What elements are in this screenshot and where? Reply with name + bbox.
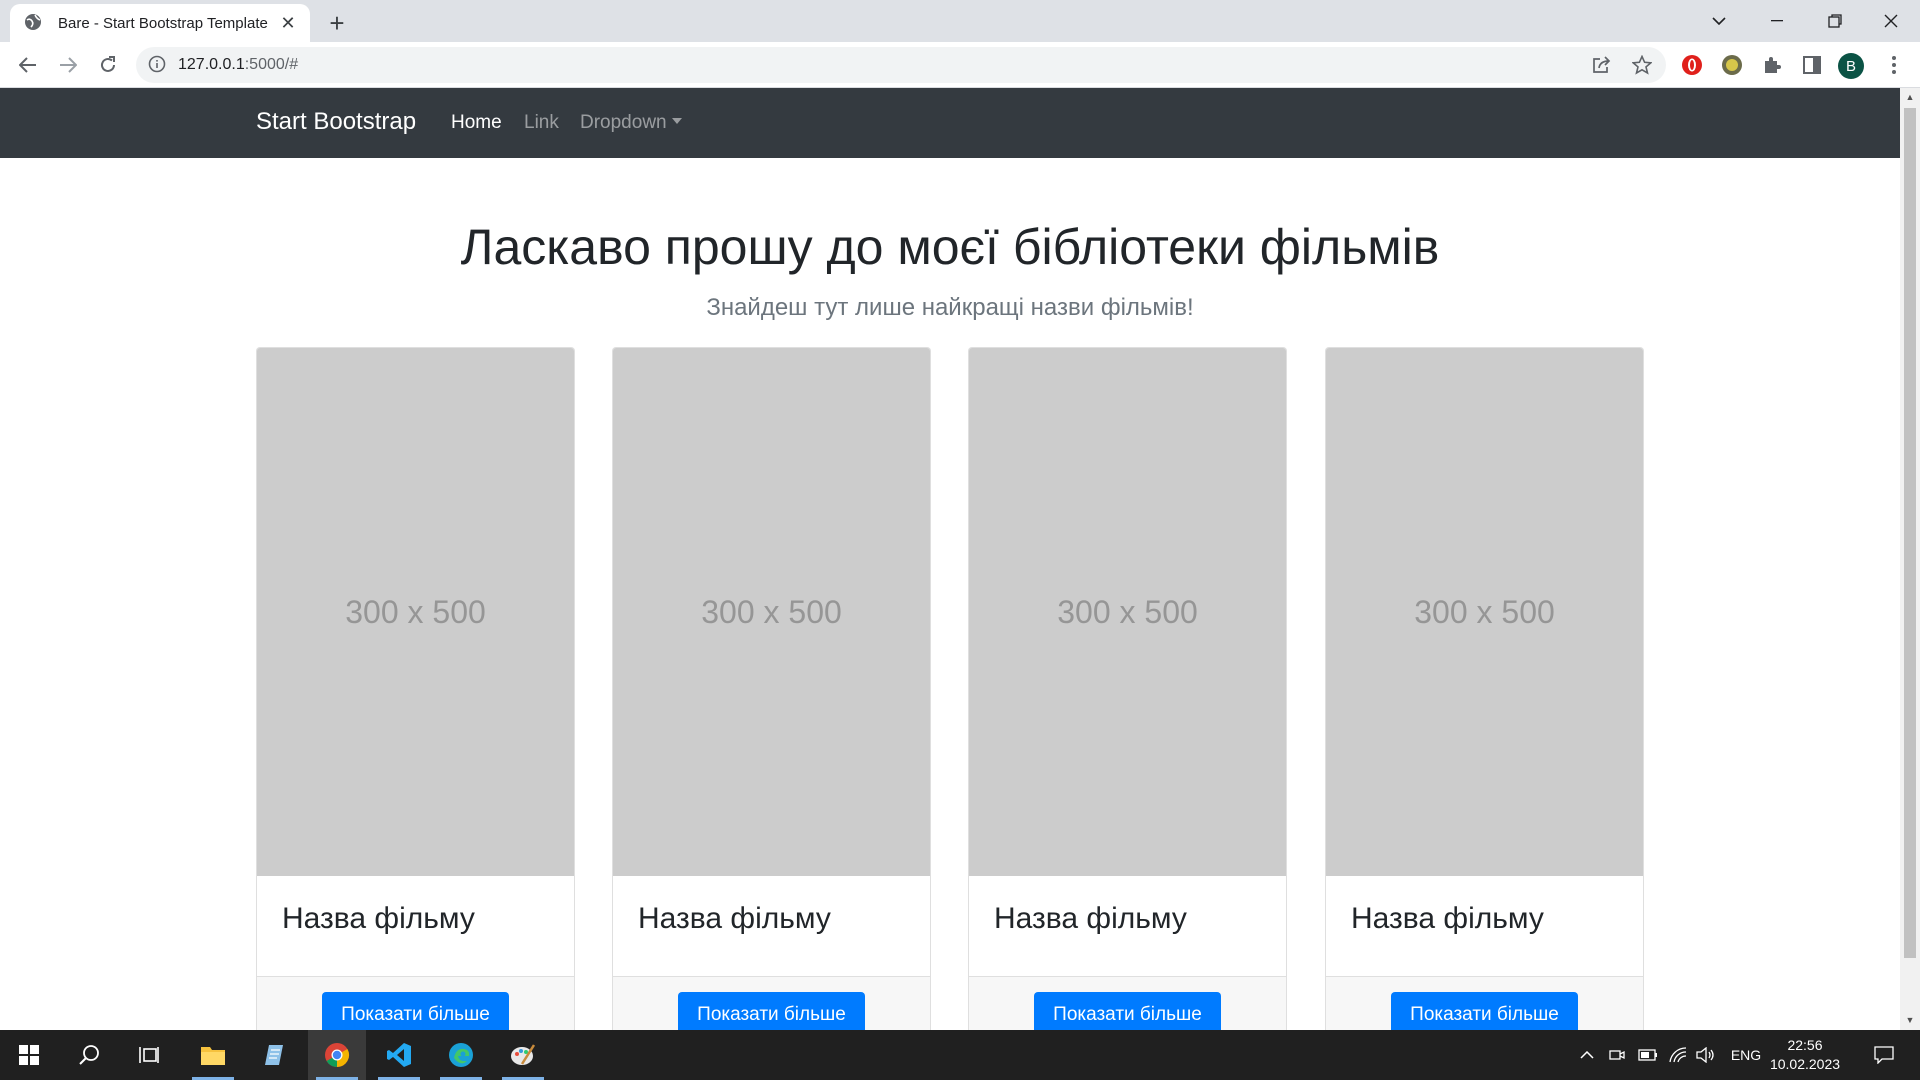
restore-button[interactable] (1806, 0, 1864, 42)
caret-down-icon (671, 118, 682, 124)
scroll-up-arrow-icon[interactable]: ▲ (1904, 91, 1916, 103)
tab-search-button[interactable] (1690, 0, 1748, 42)
extensions-puzzle-icon[interactable] (1756, 49, 1788, 81)
browser-tab[interactable]: Bare - Start Bootstrap Template ✕ (10, 4, 310, 42)
movie-card: 300 x 500 Назва фільму Показати більше (612, 347, 931, 1030)
edge-icon[interactable] (432, 1030, 490, 1080)
notepad-icon[interactable] (246, 1030, 304, 1080)
movie-card: 300 x 500 Назва фільму Показати більше (256, 347, 575, 1030)
close-tab-icon[interactable]: ✕ (276, 11, 300, 35)
share-icon[interactable] (1586, 49, 1618, 81)
card-footer: Показати більше (1326, 977, 1643, 1030)
show-more-button[interactable]: Показати більше (1034, 992, 1221, 1030)
opera-extension-icon[interactable] (1676, 49, 1708, 81)
system-clock[interactable]: 22:56 10.02.2023 (1768, 1036, 1842, 1074)
show-more-button[interactable]: Показати більше (322, 992, 509, 1030)
meet-now-icon[interactable] (1606, 1030, 1628, 1080)
clock-time: 22:56 (1787, 1037, 1823, 1053)
scroll-down-arrow-icon[interactable]: ▼ (1904, 1014, 1916, 1026)
nav-dropdown-label: Dropdown (580, 112, 667, 133)
wifi-icon[interactable] (1666, 1030, 1690, 1080)
profile-avatar[interactable]: B (1838, 53, 1864, 79)
side-panel-icon[interactable] (1796, 49, 1828, 81)
card-body: Назва фільму (257, 876, 574, 977)
globe-icon (24, 13, 44, 33)
notification-center-icon[interactable] (1864, 1030, 1904, 1080)
url-path: :5000/# (244, 56, 299, 73)
movie-title: Назва фільму (994, 902, 1187, 935)
reload-icon[interactable] (92, 49, 124, 81)
card-body: Назва фільму (969, 876, 1286, 977)
show-more-button[interactable]: Показати більше (678, 992, 865, 1030)
bookmark-star-icon[interactable] (1626, 49, 1658, 81)
scrollbar-thumb[interactable] (1904, 108, 1916, 958)
task-view-icon[interactable] (120, 1030, 178, 1080)
movie-title: Назва фільму (638, 902, 831, 935)
back-icon[interactable] (12, 49, 44, 81)
browser-menu-icon[interactable] (1878, 49, 1910, 81)
clock-date: 10.02.2023 (1769, 1056, 1841, 1072)
page-scrollbar[interactable]: ▲ ▼ (1900, 88, 1920, 1030)
tab-title: Bare - Start Bootstrap Template (58, 14, 268, 32)
movie-poster-placeholder: 300 x 500 (1326, 348, 1643, 876)
nav-link-home[interactable]: Home (451, 112, 502, 134)
site-info-icon[interactable] (148, 55, 168, 75)
language-indicator[interactable]: ENG (1726, 1030, 1766, 1080)
movie-poster-placeholder: 300 x 500 (613, 348, 930, 876)
card-footer: Показати більше (257, 977, 574, 1030)
show-more-button[interactable]: Показати більше (1391, 992, 1578, 1030)
navbar-brand[interactable]: Start Bootstrap (256, 108, 416, 136)
battery-icon[interactable] (1636, 1030, 1660, 1080)
page-viewport: Start Bootstrap Home Link Dropdown Ласка… (0, 88, 1900, 1030)
movie-poster-placeholder: 300 x 500 (257, 348, 574, 876)
card-footer: Показати більше (969, 977, 1286, 1030)
paint-icon[interactable] (494, 1030, 552, 1080)
card-body: Назва фільму (1326, 876, 1643, 977)
shield-extension-icon[interactable] (1716, 49, 1748, 81)
url-host: 127.0.0.1 (178, 56, 245, 73)
nav-dropdown-toggle[interactable]: Dropdown (580, 112, 682, 134)
address-bar[interactable]: 127.0.0.1:5000/# (136, 47, 1666, 83)
card-body: Назва фільму (613, 876, 930, 977)
page-title: Ласкаво прошу до моєї бібліотеки фільмів (460, 219, 1440, 275)
volume-icon[interactable] (1694, 1030, 1718, 1080)
vscode-icon[interactable] (370, 1030, 428, 1080)
close-window-button[interactable] (1862, 0, 1920, 42)
movie-card: 300 x 500 Назва фільму Показати більше (968, 347, 1287, 1030)
movie-card: 300 x 500 Назва фільму Показати більше (1325, 347, 1644, 1030)
movie-title: Назва фільму (282, 902, 475, 935)
forward-icon[interactable] (52, 49, 84, 81)
chrome-icon[interactable] (308, 1030, 366, 1080)
movie-poster-placeholder: 300 x 500 (969, 348, 1286, 876)
windows-taskbar: ENG 22:56 10.02.2023 (0, 1030, 1920, 1080)
browser-tab-strip: Bare - Start Bootstrap Template ✕ + (0, 0, 1920, 42)
file-explorer-icon[interactable] (184, 1030, 242, 1080)
new-tab-button[interactable]: + (322, 8, 352, 38)
search-icon[interactable] (60, 1030, 118, 1080)
browser-toolbar: 127.0.0.1:5000/# B (0, 42, 1920, 88)
nav-link-link[interactable]: Link (524, 112, 559, 134)
site-navbar: Start Bootstrap Home Link Dropdown (0, 88, 1900, 158)
minimize-button[interactable] (1748, 0, 1806, 42)
card-footer: Показати більше (613, 977, 930, 1030)
movie-title: Назва фільму (1351, 902, 1544, 935)
start-windows-icon[interactable] (0, 1030, 58, 1080)
page-subtitle: Знайдеш тут лише найкращі назви фільмів! (706, 294, 1194, 321)
show-hidden-icons-chevron-icon[interactable] (1576, 1030, 1598, 1080)
